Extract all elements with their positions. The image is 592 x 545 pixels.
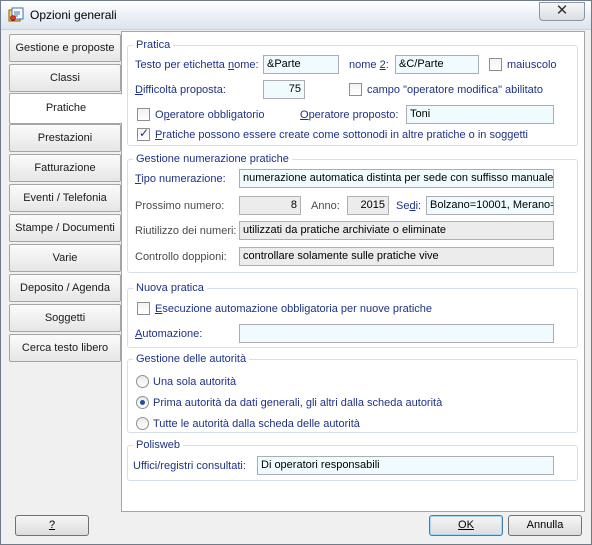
options-window: Opzioni generali ✕ Gestione e proposte C…	[0, 0, 592, 545]
help-button[interactable]: ?	[15, 515, 89, 536]
group-numerazione: Gestione numerazione pratiche Tipo numer…	[127, 152, 578, 273]
tab-pratiche[interactable]: Pratiche	[9, 93, 122, 124]
radio-prima-autorita[interactable]	[136, 396, 149, 409]
radio-una-sola-autorita-label: Una sola autorità	[153, 376, 237, 388]
group-autorita: Gestione delle autorità Una sola autorit…	[127, 352, 578, 433]
sottonodi-checkbox[interactable]	[137, 126, 150, 141]
riutilizzo-field[interactable]: utilizzati da pratiche archiviate o elim…	[239, 221, 554, 240]
operatore-proposto-label-b: O	[300, 109, 309, 121]
uffici-registri-label: Uffici/registri consultati:	[133, 460, 246, 472]
campo-operatore-checkbox[interactable]	[349, 83, 362, 96]
radio-prima-autorita-label: Prima autorità da dati generali, gli alt…	[153, 397, 443, 409]
maiuscolo-label: maiuscolo	[507, 59, 557, 71]
group-numerazione-legend: Gestione numerazione pratiche	[133, 152, 292, 166]
tab-eventi-telefonia[interactable]: Eventi / Telefonia	[9, 184, 121, 212]
automazione-label: Automazione:	[135, 327, 202, 341]
ok-button[interactable]: OK	[429, 515, 503, 536]
group-nuova-pratica: Nuova pratica Esecuzione automazione obb…	[127, 281, 578, 348]
group-nuova-pratica-legend: Nuova pratica	[133, 281, 207, 295]
controllo-doppioni-field[interactable]: controllare solamente sulle pratiche viv…	[239, 247, 554, 266]
difficolta-input[interactable]: 75	[263, 80, 305, 99]
operatore-proposto-input[interactable]: Toni	[406, 105, 554, 124]
operatore-proposto-label: Operatore proposto:	[300, 108, 398, 122]
tab-soggetti[interactable]: Soggetti	[9, 304, 121, 332]
sottonodi-label-b: ratiche possono essere create come sotto…	[162, 129, 528, 141]
cancel-button[interactable]: Annulla	[508, 515, 582, 536]
sedi-input[interactable]: Bolzano=10001, Merano=	[426, 196, 554, 215]
prossimo-numero-label: Prossimo numero:	[135, 200, 225, 212]
tipo-numerazione-field[interactable]: numerazione automatica distinta per sede…	[239, 169, 554, 188]
maiuscolo-checkbox[interactable]	[489, 58, 502, 71]
content-panel: Pratica Testo per etichetta nome: &Parte…	[121, 31, 585, 512]
close-button[interactable]: ✕	[539, 2, 585, 21]
esecuzione-automazione-label: Esecuzione automazione obbligatoria per …	[155, 302, 432, 316]
difficolta-label-b: ifficoltà proposta:	[142, 84, 226, 96]
nome2-label-c: :	[385, 59, 389, 71]
difficolta-label-a: D	[135, 84, 143, 96]
operatore-obbligatorio-label-a: O	[155, 109, 164, 121]
tipo-numerazione-label: Tipo numerazione:	[135, 172, 226, 186]
controllo-doppioni-label: Controllo doppioni:	[135, 251, 227, 263]
group-pratica-legend: Pratica	[133, 38, 174, 52]
tab-stampe-documenti[interactable]: Stampe / Documenti	[9, 214, 121, 242]
uffici-registri-field[interactable]: Di operatori responsabili	[257, 456, 554, 475]
group-polisweb-legend: Polisweb	[133, 438, 184, 452]
help-button-label: ?	[48, 519, 56, 531]
sedi-label: Sedi:	[396, 199, 421, 213]
tab-prestazioni[interactable]: Prestazioni	[9, 124, 121, 152]
riutilizzo-label: Riutilizzo dei numeri:	[135, 225, 237, 237]
sedi-label-a: Se	[396, 200, 410, 212]
operatore-obbligatorio-checkbox[interactable]	[137, 108, 150, 121]
radio-una-sola-autorita[interactable]	[136, 375, 149, 388]
close-icon: ✕	[555, 2, 569, 19]
esecuzione-automazione-label-b: secuzione automazione obbligatoria per n…	[162, 303, 433, 315]
testo-etichetta-label-a: Testo per etichetta	[135, 59, 228, 71]
tipo-numerazione-label-b: ipo numerazione:	[141, 173, 226, 185]
nome-etichetta-input[interactable]: &Parte	[263, 55, 339, 74]
operatore-proposto-label-c: peratore proposto:	[308, 109, 399, 121]
esecuzione-automazione-checkbox[interactable]	[137, 302, 150, 315]
sottonodi-label: Pratiche possono essere create come sott…	[155, 128, 528, 142]
testo-etichetta-label: Testo per etichetta nome:	[135, 58, 259, 72]
anno-label: Anno:	[311, 200, 340, 212]
prossimo-numero-field[interactable]: 8	[239, 196, 301, 215]
window-title: Opzioni generali	[30, 8, 117, 22]
tab-gestione-e-proposte[interactable]: Gestione e proposte	[9, 34, 121, 62]
group-polisweb: Polisweb Uffici/registri consultati: Di …	[127, 438, 578, 481]
app-icon	[8, 7, 24, 22]
difficolta-label: Difficoltà proposta:	[135, 83, 226, 97]
operatore-obbligatorio-label: Operatore obbligatorio	[155, 108, 264, 122]
radio-tutte-autorita-label: Tutte le autorità dalla scheda delle aut…	[153, 418, 360, 430]
title-bar: Opzioni generali ✕	[1, 1, 591, 30]
group-autorita-legend: Gestione delle autorità	[133, 352, 250, 366]
nome2-label: nome 2:	[349, 58, 389, 72]
tab-fatturazione[interactable]: Fatturazione	[9, 154, 121, 182]
group-pratica: Pratica Testo per etichetta nome: &Parte…	[127, 38, 578, 146]
tab-cerca-testo-libero[interactable]: Cerca testo libero	[9, 334, 121, 362]
tab-classi[interactable]: Classi	[9, 64, 121, 92]
tab-varie[interactable]: Varie	[9, 244, 121, 272]
tab-deposito-agenda[interactable]: Deposito / Agenda	[9, 274, 121, 302]
operatore-obbligatorio-label-c: eratore obbligatorio	[169, 109, 265, 121]
automazione-label-b: utomazione:	[142, 328, 203, 340]
automazione-input[interactable]	[239, 324, 554, 343]
radio-tutte-autorita[interactable]	[136, 417, 149, 430]
anno-field[interactable]: 2015	[347, 196, 389, 215]
campo-operatore-label: campo "operatore modifica" abilitato	[367, 84, 543, 96]
testo-etichetta-label-c: ome:	[234, 59, 259, 71]
nome2-label-a: nome	[349, 59, 380, 71]
nome2-input[interactable]: &C/Parte	[395, 55, 479, 74]
ok-button-label: OK	[458, 519, 474, 531]
sedi-label-c: i:	[415, 200, 422, 212]
